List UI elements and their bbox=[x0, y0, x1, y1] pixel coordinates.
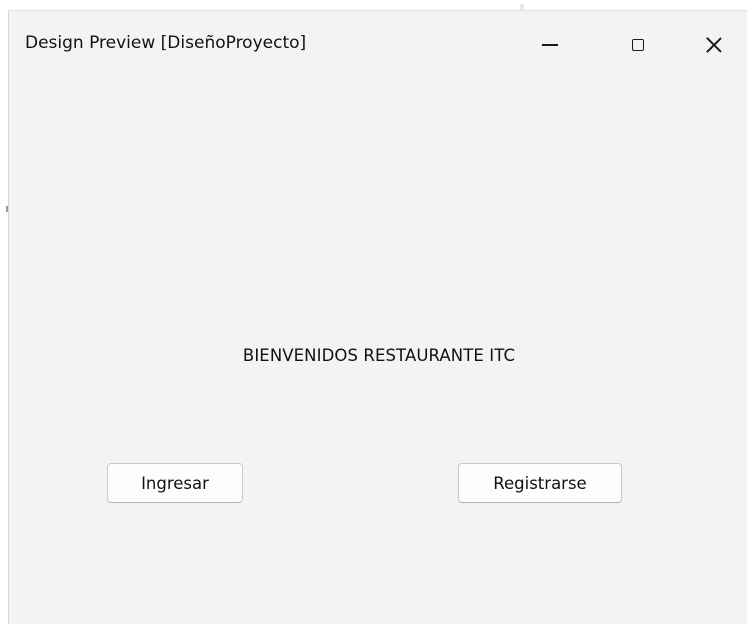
close-button[interactable] bbox=[689, 25, 739, 65]
maximize-icon bbox=[632, 39, 644, 51]
form-content: BIENVENIDOS RESTAURANTE ITC Ingresar Reg… bbox=[9, 77, 747, 625]
desktop: Design Preview [DiseñoProyecto] BIENVENI… bbox=[0, 0, 747, 624]
minimize-icon bbox=[542, 44, 558, 46]
close-icon bbox=[705, 36, 723, 54]
title-bar[interactable]: Design Preview [DiseñoProyecto] bbox=[9, 11, 747, 77]
window-title: Design Preview [DiseñoProyecto] bbox=[25, 33, 307, 53]
welcome-text: BIENVENIDOS RESTAURANTE ITC bbox=[242, 346, 516, 365]
minimize-button[interactable] bbox=[525, 25, 575, 65]
register-button[interactable]: Registrarse bbox=[458, 463, 622, 503]
welcome-label: BIENVENIDOS RESTAURANTE ITC bbox=[9, 346, 747, 365]
design-preview-window: Design Preview [DiseñoProyecto] BIENVENI… bbox=[8, 10, 747, 624]
login-button[interactable]: Ingresar bbox=[107, 463, 243, 503]
maximize-button[interactable] bbox=[613, 25, 663, 65]
